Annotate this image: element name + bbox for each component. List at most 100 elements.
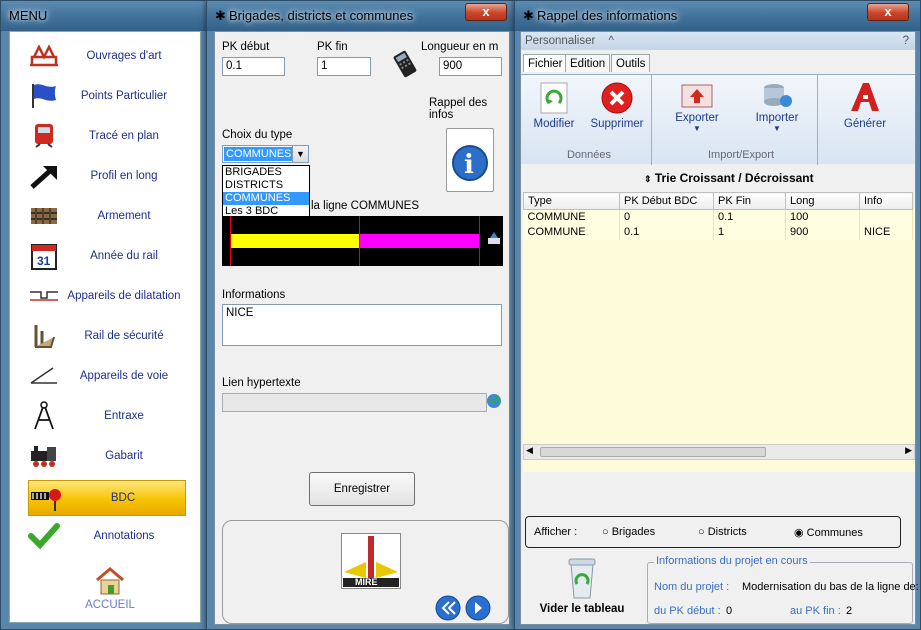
supprimer-button[interactable]: Supprimer [587, 81, 647, 130]
longueur-input[interactable]: 900 [439, 57, 502, 76]
enregistrer-button[interactable]: Enregistrer [309, 472, 415, 506]
info-button[interactable]: i [446, 128, 494, 192]
rappel-title-bar[interactable]: ✱ Rappel des informations [515, 1, 920, 31]
cell[interactable]: 1 [713, 224, 786, 240]
menu-item-armement[interactable]: Armement [28, 198, 188, 234]
brigades-close-button[interactable]: x [465, 3, 507, 21]
menu-item-annee[interactable]: 31 Année du rail [28, 238, 188, 274]
tab-edition[interactable]: Edition [565, 54, 611, 72]
cell[interactable] [859, 209, 913, 225]
accueil-button[interactable]: ACCUEIL [70, 566, 150, 611]
radio-brigades[interactable]: ○ Brigades [602, 526, 655, 538]
pk-fin-input[interactable]: 1 [317, 57, 371, 76]
switch-icon [28, 360, 60, 392]
exporter-label: Exporter [675, 112, 719, 124]
modifier-button[interactable]: Modifier [531, 81, 577, 130]
informations-textarea[interactable]: NICE [222, 304, 502, 346]
export-icon [681, 84, 713, 108]
type-option-districts[interactable]: DISTRICTS [223, 179, 309, 192]
group-divider [817, 75, 818, 165]
arrow-up-right-icon [28, 160, 60, 192]
type-option-brigades[interactable]: BRIGADES [223, 166, 309, 179]
personnaliser-menu[interactable]: Personnaliser [525, 35, 595, 47]
tab-outils[interactable]: Outils [611, 54, 651, 72]
cell[interactable]: 0.1 [713, 209, 786, 225]
menu-item-label: Appareils de voie [79, 370, 169, 382]
lien-input[interactable] [222, 393, 487, 412]
type-option-communes[interactable]: COMMUNES [223, 192, 309, 205]
scrollbar-thumb[interactable] [540, 447, 766, 457]
nom-projet-value: Modernisation du bas de la ligne de: [742, 581, 919, 593]
menu-item-ouvrages[interactable]: Ouvrages d'art [28, 38, 188, 74]
table-row[interactable]: COMMUNE 0.1 1 900 NICE [523, 224, 913, 240]
previous-button[interactable] [435, 595, 461, 624]
menu-item-label: BDC [110, 492, 136, 504]
column-long[interactable]: Long [785, 192, 860, 210]
cell[interactable]: NICE [859, 224, 913, 240]
exporter-button[interactable]: Exporter ▼ [671, 81, 723, 133]
lien-label: Lien hypertexte [222, 377, 301, 389]
bridge-icon [28, 40, 60, 72]
menu-item-dilatation[interactable]: Appareils de dilatation [28, 278, 188, 314]
column-type[interactable]: Type [523, 192, 620, 210]
menu-item-securite[interactable]: Rail de sécurité [28, 318, 188, 354]
help-icon[interactable]: ? [903, 32, 909, 50]
menu-item-profil[interactable]: Profil en long [28, 158, 188, 194]
svg-text:31: 31 [37, 254, 51, 268]
table-row[interactable]: COMMUNE 0 0.1 100 [523, 209, 913, 225]
cell[interactable]: COMMUNE [523, 209, 620, 225]
globe-icon[interactable] [486, 393, 502, 412]
menu-item-entraxe[interactable]: Entraxe [28, 398, 188, 434]
menu-item-trace[interactable]: Tracé en plan [28, 118, 188, 154]
menu-item-points[interactable]: Points Particulier [28, 78, 188, 114]
generer-button[interactable]: Générer [833, 81, 897, 130]
modifier-label: Modifier [533, 118, 575, 130]
scroll-left-icon[interactable]: ◀ [526, 445, 533, 456]
informations-label: Informations [222, 289, 286, 301]
pk-debut-projet-value: 0 [726, 605, 733, 617]
afficher-label: Afficher : [534, 526, 578, 538]
rappel-label: Rappel des infos [429, 97, 488, 121]
horizontal-scrollbar[interactable]: ◀ ▶ [523, 444, 915, 460]
tab-fichier[interactable]: Fichier [523, 54, 568, 72]
cell[interactable]: 0 [619, 209, 714, 225]
mire-logo: MIRE [341, 533, 401, 589]
calculator-icon[interactable] [391, 50, 419, 81]
flag-icon [28, 80, 60, 112]
type-select[interactable]: COMMUNES ▼ [222, 145, 309, 163]
vider-button[interactable]: Vider le tableau [531, 556, 633, 615]
cell[interactable]: 0.1 [619, 224, 714, 240]
column-pk-fin[interactable]: PK Fin [713, 192, 786, 210]
logo-panel: MIRE [222, 520, 509, 624]
pk-debut-label: PK début [222, 41, 270, 53]
pk-debut-projet-label: du PK début : [654, 605, 721, 617]
delete-icon [601, 82, 633, 114]
menu-item-bdc[interactable]: BDC [28, 480, 186, 516]
cell[interactable]: COMMUNE [523, 224, 620, 240]
radio-label: Districts [707, 526, 747, 538]
collapse-ribbon-icon[interactable]: ^ [609, 35, 614, 47]
importer-button[interactable]: Importer ▼ [751, 81, 803, 133]
recycle-bin-icon [568, 558, 596, 599]
sort-label[interactable]: ⇕ Trie Croissant / Décroissant [644, 171, 814, 185]
menu-item-voie[interactable]: Appareils de voie [28, 358, 188, 394]
chevron-down-icon[interactable]: ▼ [292, 146, 308, 162]
rappel-close-button[interactable]: x [867, 3, 909, 21]
cell[interactable]: 100 [785, 209, 860, 225]
pk-debut-input[interactable]: 0.1 [222, 57, 285, 76]
cell[interactable]: 900 [785, 224, 860, 240]
menu-title-bar[interactable]: MENU [1, 1, 207, 31]
menu-item-gabarit[interactable]: Gabarit [28, 438, 188, 474]
column-info[interactable]: Info [859, 192, 913, 210]
next-button[interactable] [465, 595, 491, 624]
grid-header: Type PK Début BDC PK Fin Long Info [523, 192, 913, 210]
column-pk-debut[interactable]: PK Début BDC [619, 192, 714, 210]
menu-item-annotations[interactable]: Annotations [28, 518, 188, 554]
paint-bucket-icon[interactable] [486, 230, 502, 249]
scroll-right-icon[interactable]: ▶ [905, 445, 912, 456]
pk-fin-projet-label: au PK fin : [790, 605, 841, 617]
radio-districts[interactable]: ○ Districts [698, 526, 747, 538]
train-icon [28, 120, 60, 152]
radio-communes[interactable]: ◉ Communes [794, 526, 863, 539]
menu-item-label: Appareils de dilatation [67, 290, 181, 302]
